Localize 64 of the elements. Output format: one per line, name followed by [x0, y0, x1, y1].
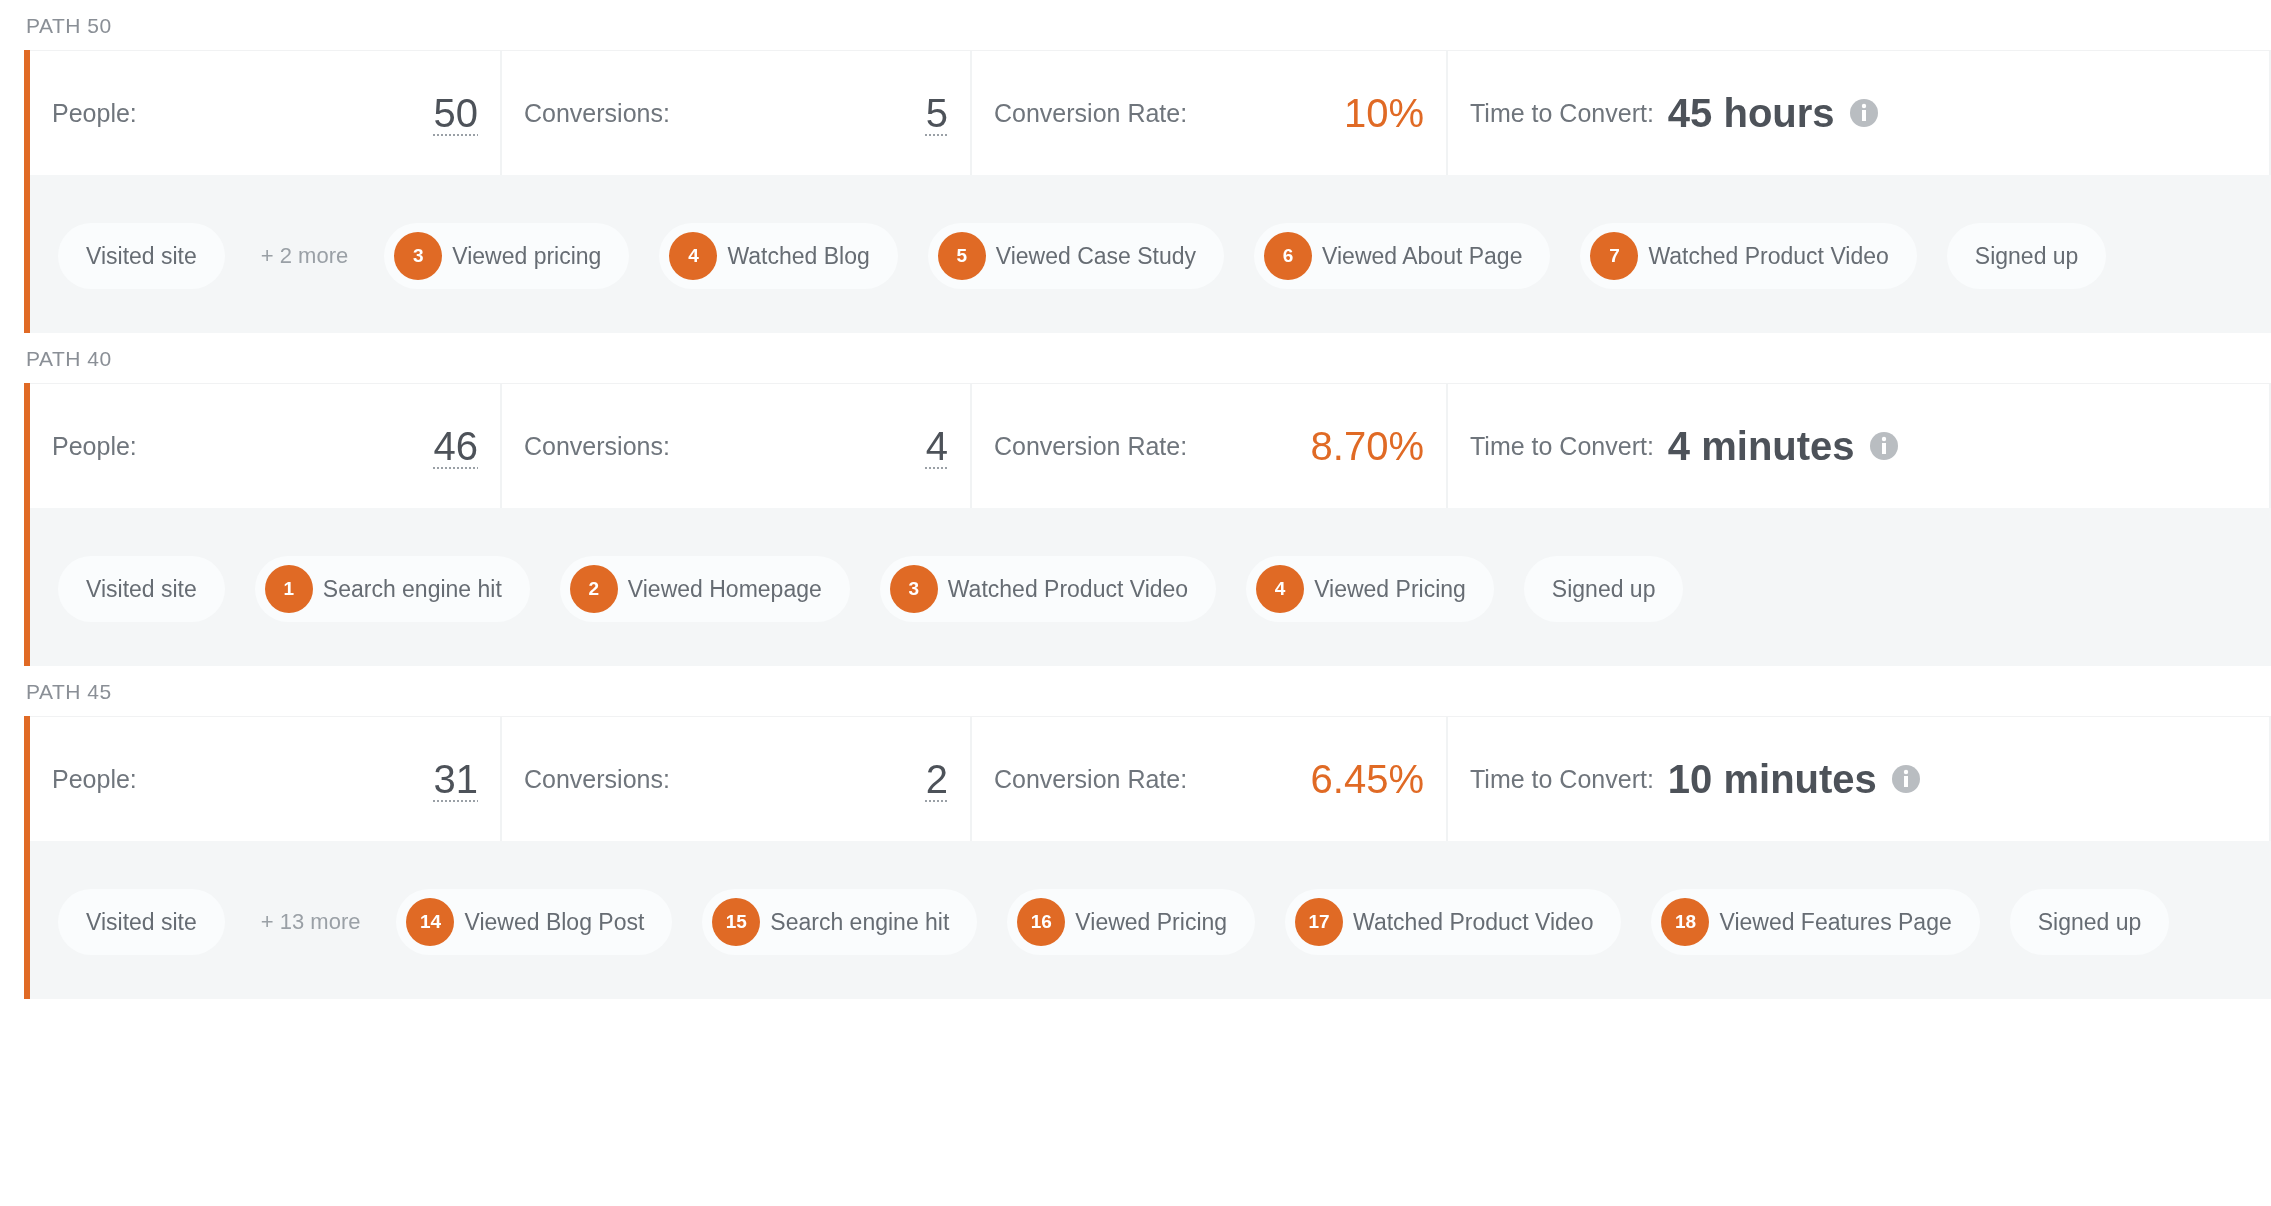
step-number: 4 — [669, 232, 718, 280]
time-to-convert: 45 hours — [1667, 90, 1835, 136]
stat-label: People: — [52, 98, 137, 128]
people-count: 31 — [433, 756, 478, 802]
stat-label: Conversions: — [524, 98, 670, 128]
path-title: PATH 50 — [26, 14, 113, 38]
stat-label: Conversion Rate: — [994, 98, 1188, 128]
step-chip[interactable]: 14 Viewed Blog Post — [396, 889, 673, 955]
stat-label: Conversion Rate: — [994, 764, 1188, 794]
path-title: PATH 40 — [26, 347, 113, 371]
step-number: 14 — [406, 898, 455, 946]
step-number: 4 — [1256, 565, 1305, 613]
conversions-count: 4 — [925, 423, 948, 469]
step-chip[interactable]: Visited site — [58, 556, 225, 622]
step-chip[interactable]: Signed up — [1523, 556, 1684, 622]
people-count: 50 — [433, 90, 478, 136]
step-chip[interactable]: 6 Viewed About Page — [1254, 223, 1551, 289]
step-number: 1 — [264, 565, 313, 613]
step-chip[interactable]: 4 Viewed Pricing — [1246, 556, 1494, 622]
step-chip[interactable]: 4 Watched Blog — [659, 223, 898, 289]
step-chip[interactable]: Visited site — [58, 889, 225, 955]
step-chip[interactable]: 5 Viewed Case Study — [927, 223, 1225, 289]
stat-label: Conversions: — [524, 764, 670, 794]
step-number: 6 — [1264, 232, 1313, 280]
step-chip[interactable]: Signed up — [2009, 889, 2170, 955]
step-chip[interactable]: 3 Viewed pricing — [384, 223, 630, 289]
step-number: 17 — [1295, 898, 1344, 946]
info-icon[interactable] — [1890, 764, 1921, 794]
step-chip[interactable]: Signed up — [1946, 223, 2107, 289]
stat-label: Conversion Rate: — [994, 431, 1188, 461]
step-number: 7 — [1590, 232, 1639, 280]
time-to-convert: 4 minutes — [1667, 423, 1855, 469]
step-chip[interactable]: 3 Watched Product Video — [879, 556, 1217, 622]
step-number: 18 — [1661, 898, 1710, 946]
conversion-rate: 8.70% — [1310, 423, 1424, 469]
conversions-count: 5 — [925, 90, 948, 136]
time-to-convert: 10 minutes — [1667, 756, 1877, 802]
step-number: 5 — [937, 232, 986, 280]
stat-label: Time to Convert: — [1470, 98, 1654, 128]
people-count: 46 — [433, 423, 478, 469]
info-icon[interactable] — [1848, 98, 1879, 128]
step-number: 3 — [394, 232, 443, 280]
path-title: PATH 45 — [26, 680, 113, 704]
step-number: 15 — [712, 898, 761, 946]
stat-label: People: — [52, 431, 137, 461]
conversions-count: 2 — [925, 756, 948, 802]
step-chip[interactable]: 18 Viewed Features Page — [1651, 889, 1980, 955]
step-chip[interactable]: 1 Search engine hit — [254, 556, 530, 622]
step-number: 3 — [889, 565, 938, 613]
info-icon[interactable] — [1868, 431, 1899, 461]
stat-label: People: — [52, 764, 137, 794]
stat-label: Conversions: — [524, 431, 670, 461]
step-number: 2 — [569, 565, 618, 613]
step-chip[interactable]: 16 Viewed Pricing — [1007, 889, 1256, 955]
conversion-rate: 6.45% — [1310, 756, 1424, 802]
step-chip[interactable]: 2 Viewed Homepage — [559, 556, 850, 622]
conversion-rate: 10% — [1343, 90, 1424, 136]
step-number: 16 — [1017, 898, 1066, 946]
step-chip[interactable]: Visited site — [58, 223, 225, 289]
step-chip[interactable]: 17 Watched Product Video — [1285, 889, 1622, 955]
step-chip[interactable]: 7 Watched Product Video — [1580, 223, 1917, 289]
step-chip[interactable]: 15 Search engine hit — [702, 889, 978, 955]
stat-label: Time to Convert: — [1470, 764, 1654, 794]
stat-label: Time to Convert: — [1470, 431, 1654, 461]
